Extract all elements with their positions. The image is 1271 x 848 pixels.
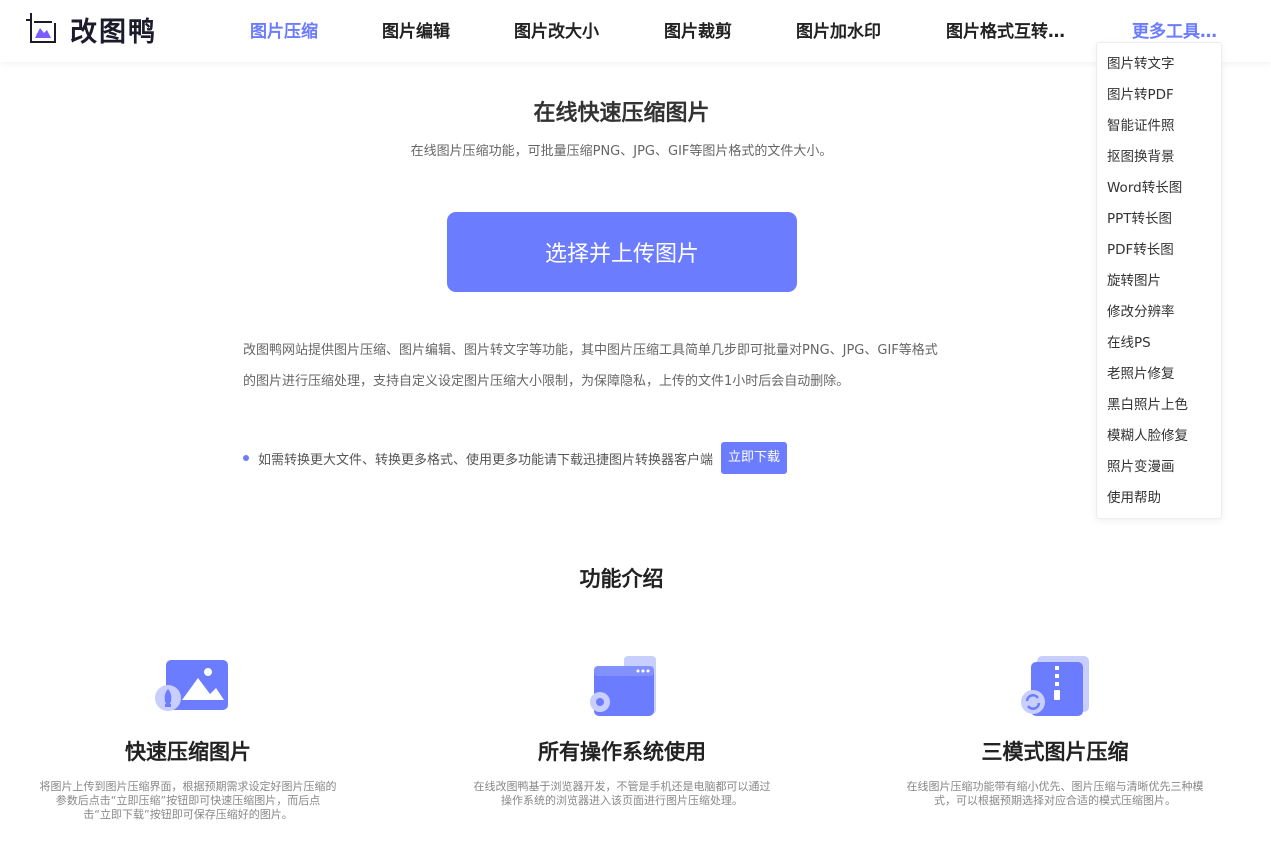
menu-item-pdf-to-long-image[interactable]: PDF转长图	[1097, 235, 1221, 266]
features-section-title: 功能介绍	[579, 567, 664, 591]
description-line: 的图片进行压缩处理，支持自定义设定图片压缩大小限制，为保障隐私，上传的文件1小时…	[243, 374, 850, 389]
main-nav: 图片压缩 图片编辑 图片改大小 图片裁剪 图片加水印 图片格式互转… 更多工具…	[0, 0, 1271, 58]
nav-image-watermark[interactable]: 图片加水印	[796, 17, 881, 42]
nav-image-edit[interactable]: 图片编辑	[382, 17, 450, 42]
nav-image-resize[interactable]: 图片改大小	[514, 17, 599, 42]
image-rocket-icon	[155, 660, 228, 711]
menu-item-bw-colorize[interactable]: 黑白照片上色	[1097, 390, 1221, 421]
feature-title: 三模式图片压缩	[981, 740, 1129, 764]
desc-line: 操作系统的浏览器进入该页面进行图片压缩处理。	[501, 794, 743, 807]
description-line: 改图鸭网站提供图片压缩、图片编辑、图片转文字等功能，其中图片压缩工具简单几步即可…	[243, 343, 938, 358]
menu-item-id-photo[interactable]: 智能证件照	[1097, 111, 1221, 142]
nav-image-format-convert[interactable]: 图片格式互转…	[946, 17, 1065, 42]
zip-refresh-icon	[1021, 656, 1089, 716]
browser-gear-icon	[590, 656, 656, 716]
feature-card-three-modes: 三模式图片压缩 在线图片压缩功能带有缩小优先、图片压缩与清晰优先三种模 式，可以…	[885, 650, 1225, 808]
bullet-icon	[243, 455, 249, 461]
desc-line: 参数后点击“立即压缩”按钮即可快速压缩图片，而后点	[55, 794, 321, 807]
feature-desc: 将图片上传到图片压缩界面，根据预期需求设定好图片压缩的 参数后点击“立即压缩”按…	[18, 780, 358, 822]
menu-item-photo-to-cartoon[interactable]: 照片变漫画	[1097, 452, 1221, 483]
menu-item-online-ps[interactable]: 在线PS	[1097, 328, 1221, 359]
desc-line: 在线图片压缩功能带有缩小优先、图片压缩与清晰优先三种模	[906, 780, 1204, 793]
feature-card-fast-compress: 快速压缩图片 将图片上传到图片压缩界面，根据预期需求设定好图片压缩的 参数后点击…	[18, 650, 358, 822]
menu-item-word-to-long-image[interactable]: Word转长图	[1097, 173, 1221, 204]
menu-item-change-resolution[interactable]: 修改分辨率	[1097, 297, 1221, 328]
nav-image-crop[interactable]: 图片裁剪	[664, 17, 732, 42]
menu-item-old-photo-restore[interactable]: 老照片修复	[1097, 359, 1221, 390]
menu-item-ppt-to-long-image[interactable]: PPT转长图	[1097, 204, 1221, 235]
feature-title: 所有操作系统使用	[538, 740, 706, 764]
tool-description: 改图鸭网站提供图片压缩、图片编辑、图片转文字等功能，其中图片压缩工具简单几步即可…	[243, 335, 1003, 397]
menu-item-rotate-image[interactable]: 旋转图片	[1097, 266, 1221, 297]
more-tools-dropdown: 图片转文字 图片转PDF 智能证件照 抠图换背景 Word转长图 PPT转长图 …	[1096, 42, 1222, 519]
header: 改图鸭 图片压缩 图片编辑 图片改大小 图片裁剪 图片加水印 图片格式互转… 更…	[0, 0, 1271, 62]
menu-item-blurry-face-restore[interactable]: 模糊人脸修复	[1097, 421, 1221, 452]
upload-image-button[interactable]: 选择并上传图片	[447, 212, 797, 292]
page-title: 在线快速压缩图片	[533, 101, 710, 126]
desc-line: 击“立即下载”按钮即可保存压缩好的图片。	[83, 808, 293, 821]
feature-card-all-os: 所有操作系统使用 在线改图鸭基于浏览器开发，不管是手机还是电脑都可以通过 操作系…	[452, 650, 792, 808]
feature-desc: 在线图片压缩功能带有缩小优先、图片压缩与清晰优先三种模 式，可以根据预期选择对应…	[885, 780, 1225, 808]
download-tip: 如需转换更大文件、转换更多格式、使用更多功能请下载迅捷图片转换器客户端 立即下载	[243, 442, 788, 474]
menu-item-image-to-text[interactable]: 图片转文字	[1097, 49, 1221, 80]
nav-image-compress[interactable]: 图片压缩	[250, 17, 318, 42]
menu-item-image-to-pdf[interactable]: 图片转PDF	[1097, 80, 1221, 111]
download-now-button[interactable]: 立即下载	[721, 442, 788, 474]
menu-item-cutout-background[interactable]: 抠图换背景	[1097, 142, 1221, 173]
desc-line: 将图片上传到图片压缩界面，根据预期需求设定好图片压缩的	[39, 780, 337, 793]
nav-more-tools[interactable]: 更多工具…	[1132, 17, 1217, 42]
feature-title: 快速压缩图片	[125, 740, 251, 764]
desc-line: 式，可以根据预期选择对应合适的模式压缩图片。	[934, 794, 1176, 807]
page-subtitle: 在线图片压缩功能，可批量压缩PNG、JPG、GIF等图片格式的文件大小。	[410, 144, 833, 159]
menu-item-help[interactable]: 使用帮助	[1097, 483, 1221, 514]
desc-line: 在线改图鸭基于浏览器开发，不管是手机还是电脑都可以通过	[473, 780, 771, 793]
feature-desc: 在线改图鸭基于浏览器开发，不管是手机还是电脑都可以通过 操作系统的浏览器进入该页…	[452, 780, 792, 808]
tip-text: 如需转换更大文件、转换更多格式、使用更多功能请下载迅捷图片转换器客户端	[258, 452, 714, 468]
